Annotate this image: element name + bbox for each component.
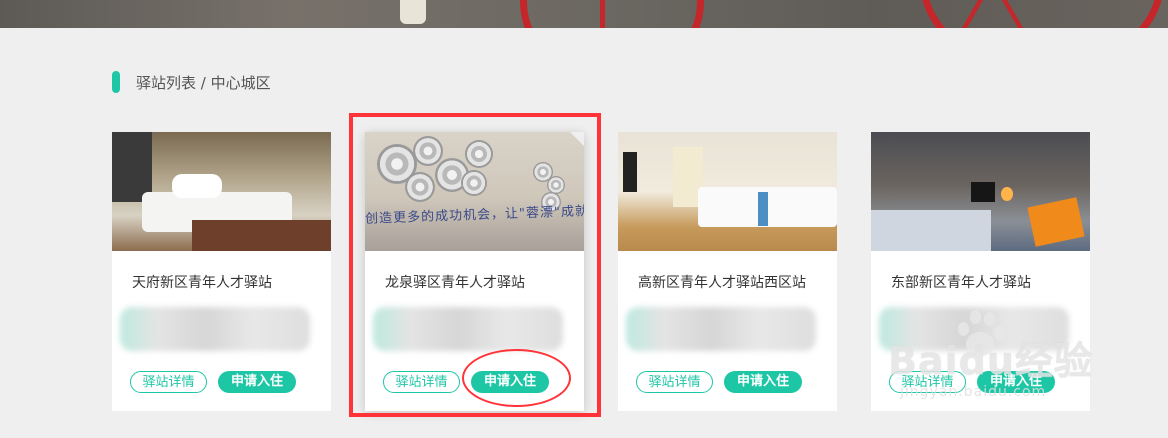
station-card[interactable]: 天府新区青年人才驿站 驿站详情 申请入住 <box>112 132 331 411</box>
station-detail-button[interactable]: 驿站详情 <box>130 371 207 393</box>
baidu-watermark: Baidu经验 jingyan.baidu.com <box>888 300 1168 410</box>
section-accent-bar <box>112 71 120 93</box>
blurred-address <box>120 307 310 351</box>
apply-checkin-button[interactable]: 申请入住 <box>218 371 296 393</box>
station-name[interactable]: 东部新区青年人才驿站 <box>891 272 1031 292</box>
station-name[interactable]: 天府新区青年人才驿站 <box>132 272 272 292</box>
station-photo[interactable] <box>871 132 1090 251</box>
station-detail-button[interactable]: 驿站详情 <box>636 371 713 393</box>
watermark-brand: Baidu经验 <box>888 339 1093 383</box>
station-card[interactable]: 高新区青年人才驿站西区站 驿站详情 申请入住 <box>618 132 837 411</box>
annotation-highlight-ellipse <box>462 349 571 407</box>
station-name[interactable]: 高新区青年人才驿站西区站 <box>638 272 806 292</box>
station-photo[interactable] <box>618 132 837 251</box>
watermark-url: jingyan.baidu.com <box>900 384 1047 400</box>
top-banner-image <box>0 0 1168 28</box>
station-photo[interactable] <box>112 132 331 251</box>
section-title: 驿站列表 / 中心城区 <box>136 73 271 92</box>
blurred-address <box>626 307 816 351</box>
apply-checkin-button[interactable]: 申请入住 <box>724 371 802 393</box>
section-header: 驿站列表 / 中心城区 <box>112 70 271 94</box>
